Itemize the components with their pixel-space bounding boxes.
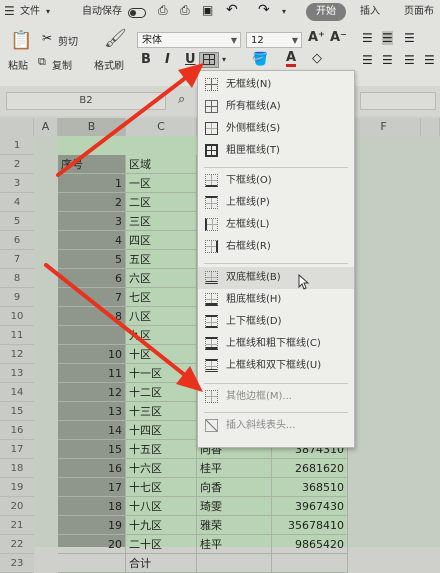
seq-cell[interactable] bbox=[58, 554, 126, 573]
name-cell[interactable] bbox=[197, 554, 272, 573]
annotation-arrow-bottom bbox=[44, 263, 203, 392]
row-header[interactable]: 23 bbox=[0, 554, 34, 573]
region-cell[interactable]: 合计 bbox=[126, 554, 197, 573]
value-cell[interactable] bbox=[272, 554, 348, 573]
